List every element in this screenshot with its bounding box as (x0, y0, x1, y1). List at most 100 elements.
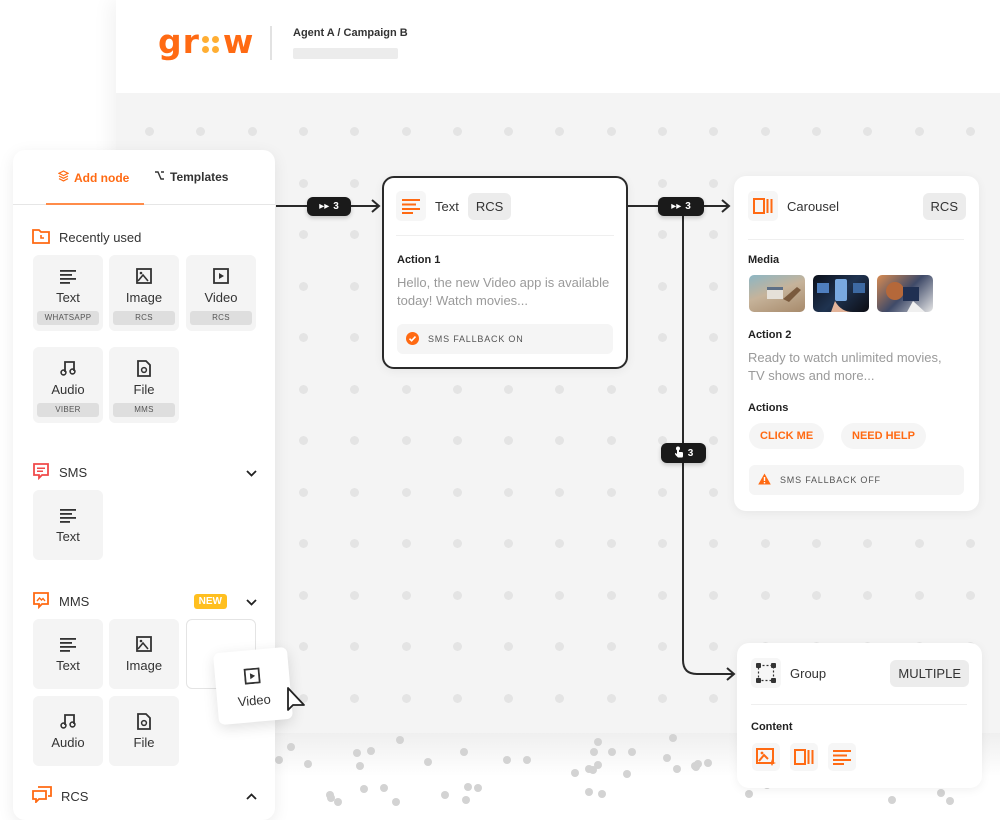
channel-tag: RCS (190, 311, 252, 325)
node-tile-text[interactable]: Text WHATSAPP (33, 255, 103, 331)
node-tile-mms-audio[interactable]: Audio (33, 696, 103, 766)
tile-label: Text (56, 658, 80, 673)
check-circle-icon (406, 331, 419, 347)
image-icon (135, 267, 153, 285)
canvas-grid-dot (606, 127, 616, 136)
node-tile-mms-image[interactable]: Image (109, 619, 179, 689)
branch-icon (154, 170, 165, 184)
node-tile-audio[interactable]: Audio VIBER (33, 347, 103, 423)
canvas-grid-dot (298, 590, 308, 600)
canvas-grid-dot (247, 127, 257, 136)
node-tile-mms-text[interactable]: Text (33, 619, 103, 689)
canvas-grid-dot (658, 539, 667, 548)
actions-label: Actions (748, 402, 789, 414)
text-node[interactable]: Text RCS Action 1 Hello, the new Video a… (382, 176, 628, 369)
section-rcs[interactable]: RCS (32, 786, 257, 806)
scatter-dot (353, 749, 361, 757)
media-thumbnail[interactable] (749, 275, 805, 312)
canvas-grid-dot (606, 384, 616, 394)
canvas-grid-dot (555, 590, 565, 600)
canvas-grid-dot (401, 590, 411, 600)
node-tile-sms-text[interactable]: Text (33, 490, 103, 560)
tab-templates[interactable]: Templates (154, 170, 228, 184)
edge-badge-3[interactable]: 3 (661, 443, 706, 463)
canvas-grid-dot (401, 642, 411, 651)
canvas-grid-dot (504, 642, 514, 651)
node-tile-image[interactable]: Image RCS (109, 255, 179, 331)
scatter-dot (275, 756, 283, 764)
section-mms[interactable]: MMS NEW (32, 591, 257, 612)
canvas-grid-dot (658, 178, 667, 188)
video-icon (212, 267, 230, 285)
edge-count: 3 (333, 201, 339, 212)
groow-logo[interactable]: gr w (158, 22, 254, 61)
image-sparkle-icon (752, 743, 780, 771)
canvas-grid-dot (709, 642, 719, 651)
music-icon (59, 359, 77, 377)
scatter-dot (745, 790, 753, 798)
section-sms[interactable]: SMS (32, 462, 257, 483)
node-tile-video[interactable]: Video RCS (186, 255, 256, 331)
scatter-dot (503, 756, 511, 764)
content-label: Content (751, 721, 793, 733)
tile-label: Image (125, 658, 163, 673)
canvas-grid-dot (709, 127, 719, 136)
node-title: Group (790, 665, 827, 681)
canvas-grid-dot (298, 642, 308, 651)
canvas-grid-dot (658, 590, 667, 600)
canvas-grid-dot (350, 590, 360, 600)
scatter-dot (663, 754, 671, 762)
canvas-grid-dot (401, 384, 411, 394)
tap-hand-icon (674, 446, 684, 461)
canvas-grid-dot (452, 693, 462, 703)
canvas-grid-dot (504, 487, 514, 497)
edge-badge-1[interactable]: ▸▸ 3 (307, 197, 351, 216)
layers-icon (57, 170, 70, 185)
canvas-grid-dot (914, 127, 924, 136)
canvas-grid-dot (709, 539, 719, 548)
action-label: Action 2 (748, 329, 792, 341)
action-button-click-me[interactable]: CLICK ME (749, 423, 825, 449)
canvas-grid-dot (965, 590, 975, 600)
action-button-need-help[interactable]: NEED HELP (841, 423, 926, 449)
edge-badge-2[interactable]: ▸▸ 3 (658, 197, 704, 216)
active-tab-indicator (46, 203, 144, 205)
chevron-down-icon[interactable] (246, 595, 257, 609)
canvas-grid-dot (298, 487, 308, 497)
fallback-label: SMS FALLBACK ON (428, 334, 524, 344)
scatter-dot (669, 734, 677, 742)
media-thumbnail[interactable] (877, 275, 933, 312)
chevron-down-icon[interactable] (246, 466, 257, 480)
canvas-grid-dot (658, 384, 667, 394)
canvas-grid-dot (350, 693, 360, 703)
canvas-grid-dot (401, 539, 411, 548)
sms-fallback-status: SMS FALLBACK ON (397, 324, 613, 354)
chevron-up-icon[interactable] (246, 789, 257, 803)
canvas-grid-dot (555, 642, 565, 651)
media-thumbnail[interactable] (813, 275, 869, 312)
tab-add-node[interactable]: Add node (57, 170, 129, 185)
fast-forward-icon: ▸▸ (319, 201, 330, 212)
scatter-dot (396, 736, 404, 744)
canvas-grid-dot (452, 127, 462, 136)
canvas-grid-dot (504, 693, 514, 703)
tile-label: Video (237, 691, 272, 710)
scatter-dot (585, 788, 593, 796)
node-tile-mms-file[interactable]: File (109, 696, 179, 766)
group-node[interactable]: Group MULTIPLE Content (737, 643, 982, 788)
tile-label: Audio (51, 735, 85, 750)
node-tile-file[interactable]: File MMS (109, 347, 179, 423)
canvas-grid-dot (401, 487, 411, 497)
carousel-node[interactable]: Carousel RCS Media Action 2 Ready to wat… (734, 176, 979, 511)
canvas-grid-dot (452, 436, 462, 445)
scatter-dot (937, 789, 945, 797)
tile-label: Text (56, 290, 80, 305)
scatter-dot (367, 747, 375, 755)
image-icon (135, 635, 153, 653)
breadcrumb[interactable]: Agent A / Campaign B (293, 27, 408, 39)
canvas-grid-dot (298, 127, 308, 136)
dragging-video-tile[interactable]: Video (213, 646, 293, 726)
channel-chip: RCS (467, 192, 512, 220)
canvas-grid-dot (452, 590, 462, 600)
text-lines-icon (828, 743, 856, 771)
